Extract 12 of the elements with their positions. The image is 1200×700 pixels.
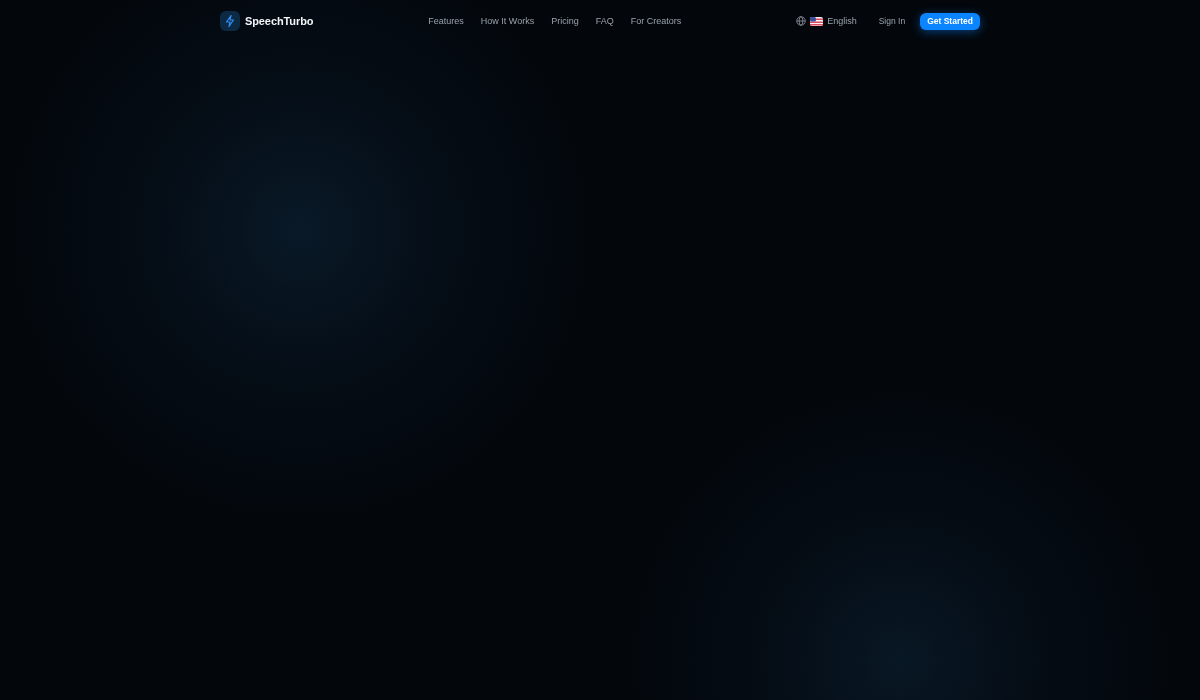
sign-in-link[interactable]: Sign In xyxy=(878,16,906,26)
get-started-button[interactable]: Get Started xyxy=(920,12,980,30)
nav-link[interactable]: How It Works xyxy=(480,16,535,26)
flag-icon xyxy=(810,16,824,26)
nav-link[interactable]: FAQ xyxy=(595,16,614,26)
language-selector[interactable]: English xyxy=(796,16,857,26)
nav-link[interactable]: Features xyxy=(428,16,464,26)
globe-icon xyxy=(796,16,807,26)
nav-link[interactable]: Pricing xyxy=(551,16,579,26)
nav-link[interactable]: For Creators xyxy=(630,16,682,26)
lightning-bolt-icon[interactable] xyxy=(220,11,240,31)
brand-name[interactable]: SpeechTurbo xyxy=(245,15,314,27)
